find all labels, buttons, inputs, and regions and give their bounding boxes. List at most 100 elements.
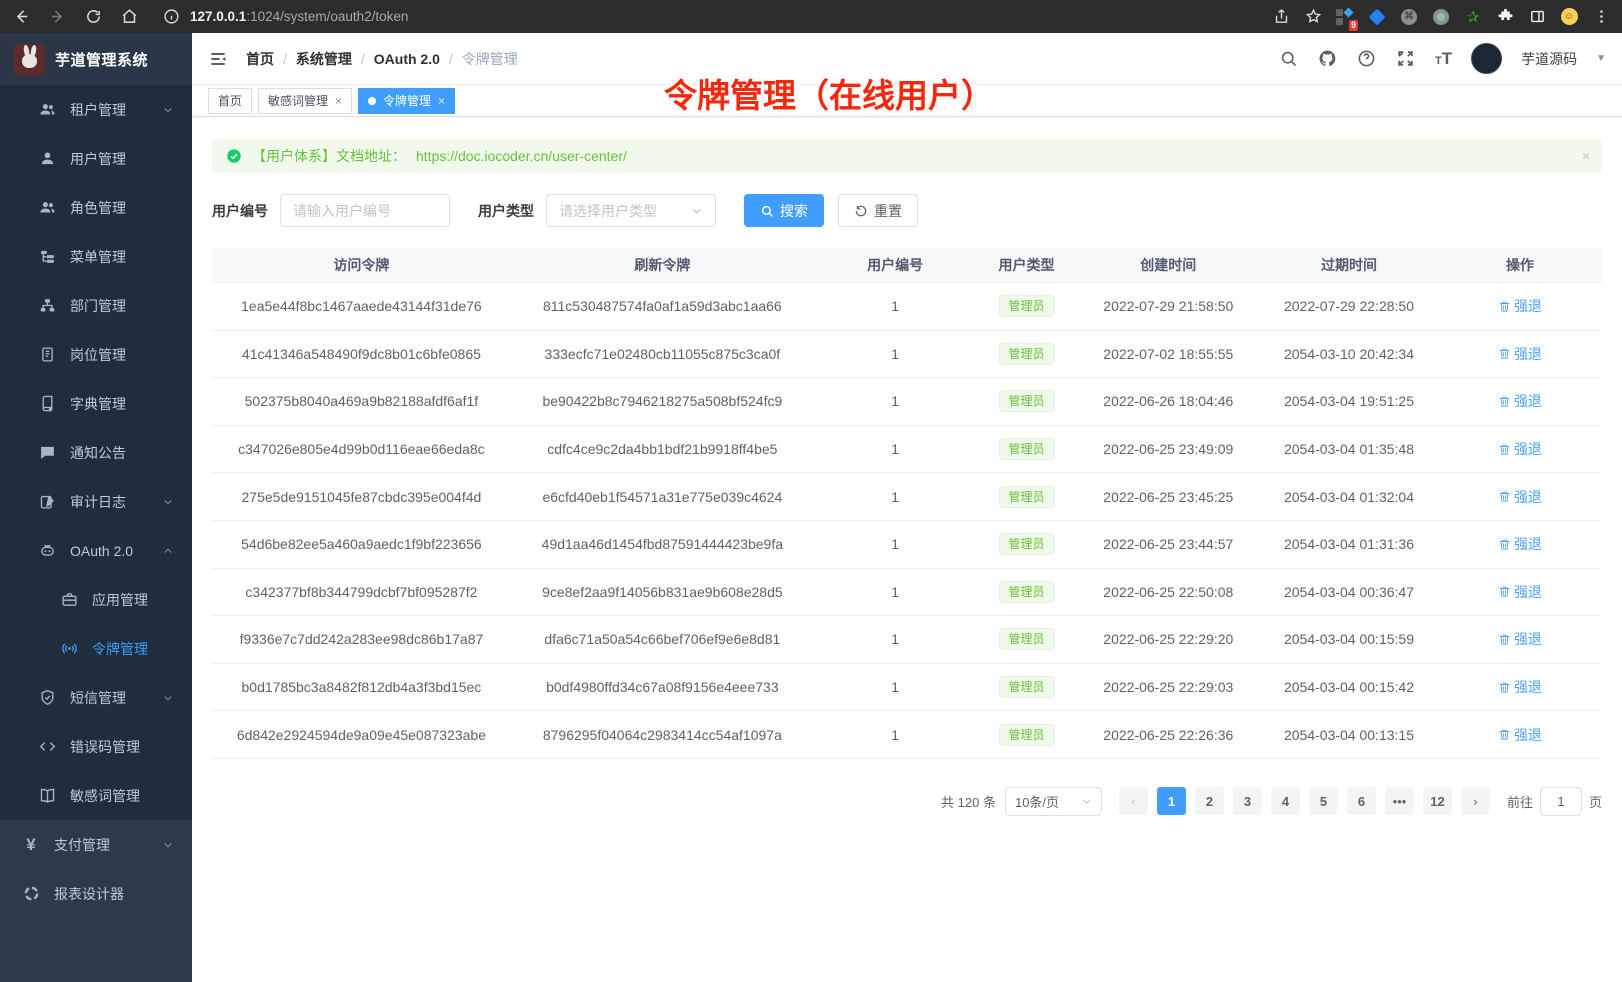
caret-down-icon[interactable]: ▼ — [1596, 53, 1606, 64]
refresh-icon[interactable] — [84, 8, 102, 26]
force-logout-button[interactable]: 强退 — [1498, 296, 1542, 316]
sidebar-item-角色管理[interactable]: 角色管理 — [0, 183, 192, 232]
sidebar-item-菜单管理[interactable]: 菜单管理 — [0, 232, 192, 281]
refresh-token-cell: 49d1aa46d1454fbd87591444423be9fa — [511, 536, 814, 552]
page-button-3[interactable]: 3 — [1233, 787, 1262, 815]
force-logout-button[interactable]: 强退 — [1498, 725, 1542, 745]
breadcrumb-item[interactable]: 首页 — [246, 49, 274, 69]
tab-令牌管理[interactable]: 令牌管理× — [358, 88, 455, 114]
sidebar-item-令牌管理[interactable]: 令牌管理 — [0, 624, 192, 673]
sidebar-item-label: 用户管理 — [70, 149, 126, 169]
next-page-button[interactable]: › — [1461, 787, 1490, 815]
search-button[interactable]: 搜索 — [744, 194, 824, 227]
tab-label: 敏感词管理 — [268, 92, 328, 109]
tab-label: 首页 — [218, 92, 242, 109]
sidebar-item-短信管理[interactable]: 短信管理 — [0, 673, 192, 722]
emoji-face-icon[interactable]: ☺ — [1560, 8, 1578, 26]
sidebar-item-岗位管理[interactable]: 岗位管理 — [0, 330, 192, 379]
record-circle-icon[interactable] — [1432, 8, 1450, 26]
sidebar-item-审计日志[interactable]: 审计日志 — [0, 477, 192, 526]
kebab-menu-icon[interactable] — [1592, 8, 1610, 26]
search-icon[interactable] — [1279, 49, 1299, 69]
username[interactable]: 芋道源码 — [1521, 49, 1577, 69]
sidebar-item-OAuth 2.0[interactable]: OAuth 2.0 — [0, 526, 192, 575]
force-logout-button[interactable]: 强退 — [1498, 534, 1542, 554]
font-size-icon[interactable]: TT — [1435, 49, 1452, 69]
page-ellipsis[interactable]: ••• — [1385, 787, 1414, 815]
fullscreen-icon[interactable] — [1396, 49, 1416, 69]
sidebar-item-租户管理[interactable]: 租户管理 — [0, 85, 192, 134]
breadcrumb-item[interactable]: OAuth 2.0 — [374, 51, 440, 67]
sidebar-toggle-icon[interactable] — [1528, 8, 1546, 26]
info-icon[interactable] — [162, 8, 180, 26]
app-logo-row[interactable]: 芋道管理系统 — [0, 33, 192, 85]
user-type-cell: 管理员 — [976, 486, 1076, 508]
help-icon[interactable] — [1357, 49, 1377, 69]
force-logout-button[interactable]: 强退 — [1498, 677, 1542, 697]
app-title: 芋道管理系统 — [55, 49, 148, 70]
tab-首页[interactable]: 首页 — [208, 88, 252, 114]
force-logout-button[interactable]: 强退 — [1498, 391, 1542, 411]
goto-page-input[interactable] — [1540, 787, 1582, 816]
gem-icon[interactable] — [1368, 8, 1386, 26]
goto-label: 前往 — [1507, 792, 1533, 811]
sidebar-item-字典管理[interactable]: 字典管理 — [0, 379, 192, 428]
success-check-icon — [226, 148, 242, 164]
sidebar-item-部门管理[interactable]: 部门管理 — [0, 281, 192, 330]
green-star-icon[interactable]: ✰ — [1464, 8, 1482, 26]
sidebar-item-label: 字典管理 — [70, 394, 126, 414]
page-button-4[interactable]: 4 — [1271, 787, 1300, 815]
page-button-1[interactable]: 1 — [1157, 787, 1186, 815]
command-circle-icon[interactable]: ⌘ — [1400, 8, 1418, 26]
users-icon — [38, 199, 56, 217]
sidebar-item-报表设计器[interactable]: 报表设计器 — [0, 869, 192, 918]
page-size-select[interactable]: 10条/页 — [1005, 787, 1102, 816]
user-id-input[interactable] — [280, 194, 450, 227]
page-button-6[interactable]: 6 — [1347, 787, 1376, 815]
sidebar-item-支付管理[interactable]: ¥支付管理 — [0, 820, 192, 869]
user-type-badge: 管理员 — [999, 724, 1055, 746]
home-icon[interactable] — [120, 8, 138, 26]
alert-close-icon[interactable]: × — [1582, 148, 1590, 164]
sidebar-item-用户管理[interactable]: 用户管理 — [0, 134, 192, 183]
sidebar-item-敏感词管理[interactable]: 敏感词管理 — [0, 771, 192, 820]
tab-close-icon[interactable]: × — [438, 94, 445, 108]
forward-icon[interactable] — [48, 8, 66, 26]
refresh-token-cell: be90422b8c7946218275a508bf524fc9 — [511, 393, 814, 409]
puzzle-icon[interactable] — [1496, 8, 1514, 26]
share-icon[interactable] — [1272, 8, 1290, 26]
force-logout-button[interactable]: 强退 — [1498, 344, 1542, 364]
prev-page-button[interactable]: ‹ — [1119, 787, 1148, 815]
bookmark-star-icon[interactable] — [1304, 8, 1322, 26]
user-id-cell: 1 — [814, 631, 977, 647]
github-icon[interactable] — [1318, 49, 1338, 69]
breadcrumb-item[interactable]: 系统管理 — [296, 49, 352, 69]
url-path: :1024/system/oauth2/token — [246, 9, 408, 24]
force-logout-button[interactable]: 强退 — [1498, 487, 1542, 507]
alert-link[interactable]: https://doc.iocoder.cn/user-center/ — [416, 148, 627, 164]
sidebar-item-通知公告[interactable]: 通知公告 — [0, 428, 192, 477]
sidebar-item-应用管理[interactable]: 应用管理 — [0, 575, 192, 624]
force-logout-button[interactable]: 强退 — [1498, 439, 1542, 459]
back-icon[interactable] — [12, 8, 30, 26]
robot-icon — [38, 542, 56, 560]
expire-time-cell: 2054-03-04 01:32:04 — [1260, 489, 1438, 505]
page-button-5[interactable]: 5 — [1309, 787, 1338, 815]
page-button-2[interactable]: 2 — [1195, 787, 1224, 815]
collapse-sidebar-icon[interactable] — [208, 49, 228, 69]
force-logout-button[interactable]: 强退 — [1498, 629, 1542, 649]
column-header: 用户编号 — [814, 255, 977, 275]
user-type-select[interactable]: 请选择用户类型 — [546, 194, 716, 227]
address-bar[interactable]: 127.0.0.1:1024/system/oauth2/token — [154, 8, 1256, 26]
force-logout-button[interactable]: 强退 — [1498, 582, 1542, 602]
tab-敏感词管理[interactable]: 敏感词管理 × — [258, 88, 352, 114]
extensions-badge-icon[interactable]: 9 — [1336, 8, 1354, 26]
sidebar-item-label: 审计日志 — [70, 492, 126, 512]
user-id-cell: 1 — [814, 679, 977, 695]
sidebar-item-错误码管理[interactable]: 错误码管理 — [0, 722, 192, 771]
avatar[interactable] — [1471, 43, 1502, 74]
reset-button[interactable]: 重置 — [838, 194, 918, 227]
page-button-12[interactable]: 12 — [1423, 787, 1452, 815]
table-row: f9336e7c7dd242a283ee98dc86b17a87dfa6c71a… — [212, 616, 1602, 664]
tab-close-icon[interactable]: × — [335, 94, 342, 108]
